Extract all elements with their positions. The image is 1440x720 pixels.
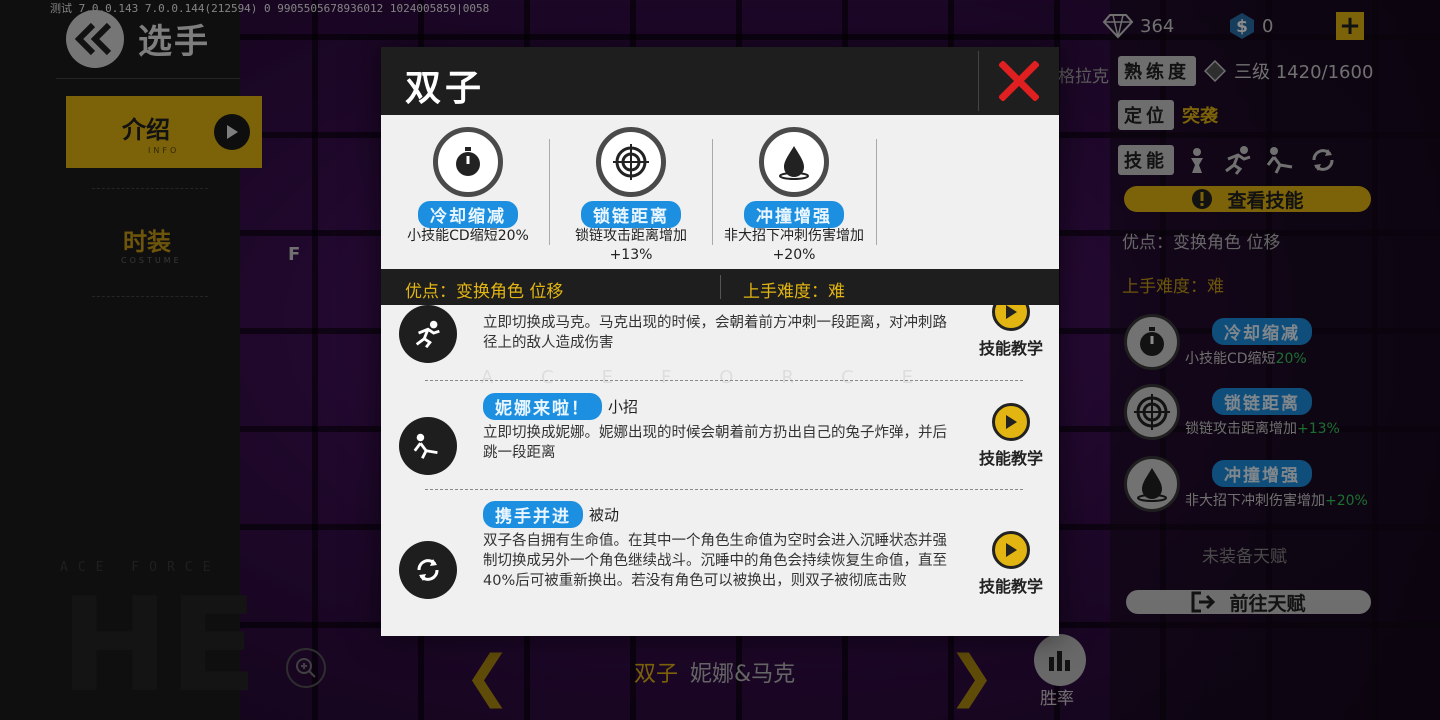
feature-desc: 非大招下冲刺伤害增加+20% [724,228,864,263]
feature-divider [876,139,877,245]
skill-desc: 立即切换成妮娜。妮娜出现的时候会朝着前方扔出自己的兔子炸弹，并后跳一段距离 [483,425,947,461]
info-bar: 优点：变换角色 位移 上手难度：难 [381,269,1059,305]
swap-icon [399,541,457,599]
crosshair-icon [596,127,666,197]
skill-desc: 立即切换成马克。马克出现的时候，会朝着前方冲刺一段距离，对冲刺路径上的敌人造成伤… [483,315,947,351]
modal-title: 双子 [405,68,486,109]
feature-name: 锁链距离 [581,201,681,228]
close-icon [998,60,1040,102]
feature-divider [712,139,713,245]
sprint-icon [399,305,457,363]
skill-tutorial-label: 技能教学 [978,577,1043,596]
skill-name-row: 妮娜来啦！ 小招 [483,393,638,420]
skill-tutorial-label: 技能教学 [978,339,1043,358]
modal-advantage: 优点：变换角色 位移 [405,282,564,302]
play-icon [992,305,1030,331]
skill-name-row: 携手并进 被动 [483,501,619,528]
feature-desc: 小技能CD缩短20% [407,228,529,244]
stopwatch-icon [433,127,503,197]
skill-tutorial-label: 技能教学 [978,449,1043,468]
skill-divider [425,380,1023,381]
feature-cooldown: 冷却缩减 小技能CD缩短20% [398,127,538,277]
modal-difficulty: 上手难度：难 [743,282,845,302]
skill-list[interactable]: ACEFORCE 立即切换成马克。马克出现的时候，会朝着前方冲刺一段距离，对冲刺… [381,305,1059,636]
modal-header: 双子 [381,47,1059,115]
feature-name: 冲撞增强 [744,201,844,228]
feature-name: 冷却缩减 [418,201,518,228]
skill-kind: 小招 [608,398,639,416]
feature-charge: 冲撞增强 非大招下冲刺伤害增加+20% [724,127,864,277]
header-divider [978,51,979,111]
close-button[interactable] [998,60,1040,102]
skill-tutorial-button[interactable]: 技能教学 [973,403,1049,469]
throw-icon [399,417,457,475]
skill-detail-modal: 双子 冷却缩减 小技能CD缩短20% 锁链距离 锁链攻击距离增加+13% 冲撞增… [381,47,1059,636]
water-drop-icon [759,127,829,197]
skill-divider [425,489,1023,490]
info-bar-divider [720,275,721,299]
skill-tutorial-button[interactable]: 技能教学 [973,531,1049,597]
feature-desc: 锁链攻击距离增加+13% [575,228,687,263]
skill-tutorial-button[interactable]: 技能教学 [973,305,1049,359]
skill-name: 携手并进 [483,501,583,528]
skill-kind: 被动 [589,506,620,524]
play-icon [992,531,1030,569]
watermark-text: ACEFORCE [481,367,962,388]
play-icon [992,403,1030,441]
feature-divider [549,139,550,245]
feature-chain: 锁链距离 锁链攻击距离增加+13% [561,127,701,277]
skill-name: 妮娜来啦！ [483,393,602,420]
skill-desc: 双子各自拥有生命值。在其中一个角色生命值为空时会进入沉睡状态并强制切换成另外一个… [483,533,947,589]
